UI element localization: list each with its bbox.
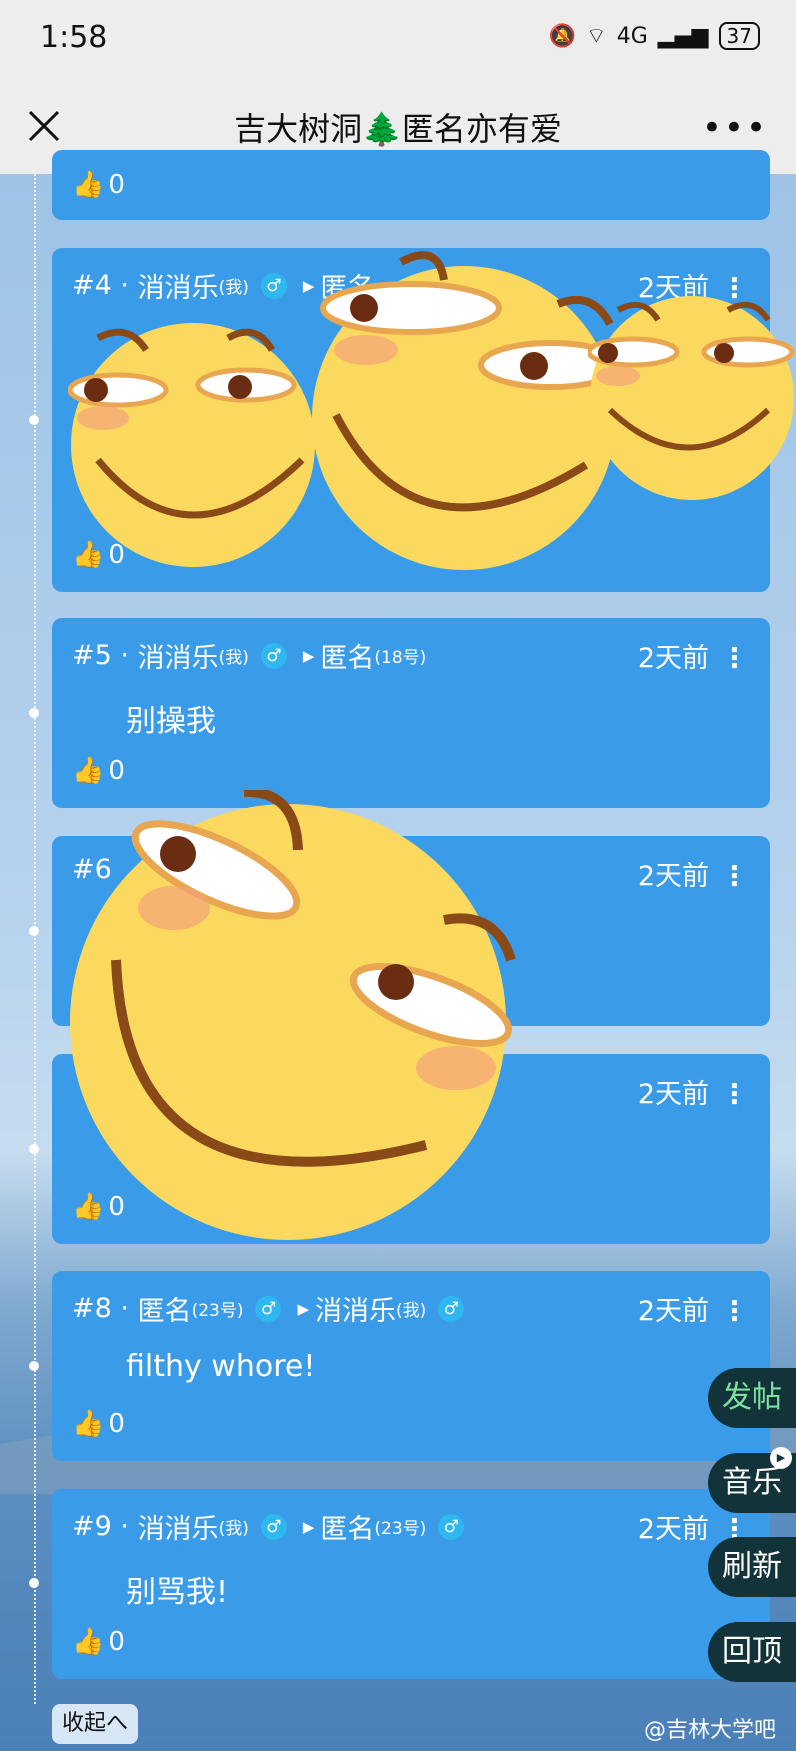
post-button[interactable]: 发帖 [708,1368,796,1428]
battery-level: 37 [718,22,760,50]
more-icon[interactable]: ••• [702,108,768,148]
author-tag: (我) [218,278,249,298]
target-tag: (18号) [374,648,427,668]
author-tag: (我) [218,648,249,668]
play-icon: ▶ [770,1447,792,1469]
timeline-dot [29,1361,39,1371]
thumbs-up-icon: 👍 [72,1627,105,1657]
timeline-dot [29,1144,39,1154]
like-button[interactable]: 👍 0 [72,1409,125,1439]
post-author[interactable]: 消消乐 [138,266,219,305]
reply-arrow-icon: ▶ [302,646,315,665]
like-count: 0 [108,1409,125,1439]
thumbs-up-icon: 👍 [72,1409,105,1439]
smirk-emoji-icon [70,790,516,1240]
male-icon: ♂ [438,1295,465,1322]
more-options-icon[interactable]: ⋮ [721,861,748,892]
male-icon: ♂ [255,1295,282,1322]
post-card[interactable]: #8 · 匿名 (23号) ♂ ▶ 消消乐 (我) ♂ 2天前 ⋮ filthy wh… [52,1271,770,1461]
male-icon: ♂ [260,1513,287,1540]
signal-icon: ▂▄▆ [657,23,709,49]
more-options-icon[interactable]: ⋮ [721,1296,748,1327]
like-count: 0 [108,170,125,200]
music-button[interactable]: 音乐 ▶ [708,1447,796,1513]
post-text: filthy whore! [126,1349,316,1384]
network-label: 4G [616,23,648,49]
timeline-line [34,174,36,1704]
target-tag: (我) [396,1301,427,1321]
post-time: 2天前 ⋮ [637,1079,748,1110]
reply-arrow-icon: ▶ [297,1299,310,1318]
timeline-dot [29,708,39,718]
watermark: @吉林大学吧 [643,1718,776,1743]
status-icons: 🔕 ⌔ 4G ▂▄▆ 37 [549,22,760,50]
like-button[interactable]: 👍 0 [72,1627,125,1657]
post-time: 2天前 ⋮ [637,643,748,674]
post-number: #8 [72,1293,112,1324]
thumbs-up-icon: 👍 [72,170,105,200]
post-number: #9 [72,1511,112,1542]
male-icon: ♂ [260,272,287,299]
post-text: 别操我 [126,704,216,739]
music-label: 音乐 [722,1465,782,1500]
status-time: 1:58 [40,20,108,55]
reply-target[interactable]: 消消乐 [315,1289,396,1328]
post-number: #4 [72,270,112,301]
post-text: 别骂我! [126,1575,229,1610]
like-button[interactable]: 👍 0 [72,756,125,786]
like-count: 0 [108,756,125,786]
like-count: 0 [108,1627,125,1657]
refresh-button[interactable]: 刷新 [708,1537,796,1597]
more-options-icon[interactable]: ⋮ [721,643,748,674]
post-author[interactable]: 消消乐 [138,1507,219,1546]
author-tag: (我) [218,1519,249,1539]
post-author[interactable]: 消消乐 [138,636,219,675]
post-card[interactable]: #9 · 消消乐 (我) ♂ ▶ 匿名 (23号) ♂ 2天前 ⋮ 别骂我! 👍 0 [52,1489,770,1679]
page-title: 吉大树洞🌲匿名亦有爱 [234,110,562,148]
target-tag: (23号) [374,1519,427,1539]
smirk-emoji-icon [588,296,795,500]
post-time: 2天前 ⋮ [637,1296,748,1327]
thumbs-up-icon: 👍 [72,756,105,786]
wifi-icon: ⌔ [586,24,607,49]
status-bar: 1:58 🔕 ⌔ 4G ▂▄▆ 37 [0,0,796,78]
mute-icon: 🔕 [548,23,577,49]
male-icon: ♂ [260,642,287,669]
post-time: 2天前 ⋮ [637,861,748,892]
timeline-dot [29,1578,39,1588]
post-card[interactable]: 👍 0 [52,150,770,220]
reply-arrow-icon: ▶ [302,1517,315,1536]
back-to-top-button[interactable]: 回顶 [708,1622,796,1682]
collapse-button[interactable]: 收起へ [52,1704,139,1744]
smirk-emoji-icon [68,323,315,567]
timeline-dot [29,415,39,425]
post-number: #5 [72,640,112,671]
timeline-dot [29,926,39,936]
reply-target[interactable]: 匿名 [320,636,374,675]
post-author[interactable]: 匿名 [138,1289,192,1328]
author-tag: (23号) [191,1301,244,1321]
post-card[interactable]: #5 · 消消乐 (我) ♂ ▶ 匿名 (18号) 2天前 ⋮ 别操我 👍 0 [52,618,770,808]
more-options-icon[interactable]: ⋮ [721,1079,748,1110]
smirk-emoji-icon [312,251,624,570]
like-button[interactable]: 👍 0 [72,170,125,200]
male-icon: ♂ [438,1513,465,1540]
reply-target[interactable]: 匿名 [320,1507,374,1546]
